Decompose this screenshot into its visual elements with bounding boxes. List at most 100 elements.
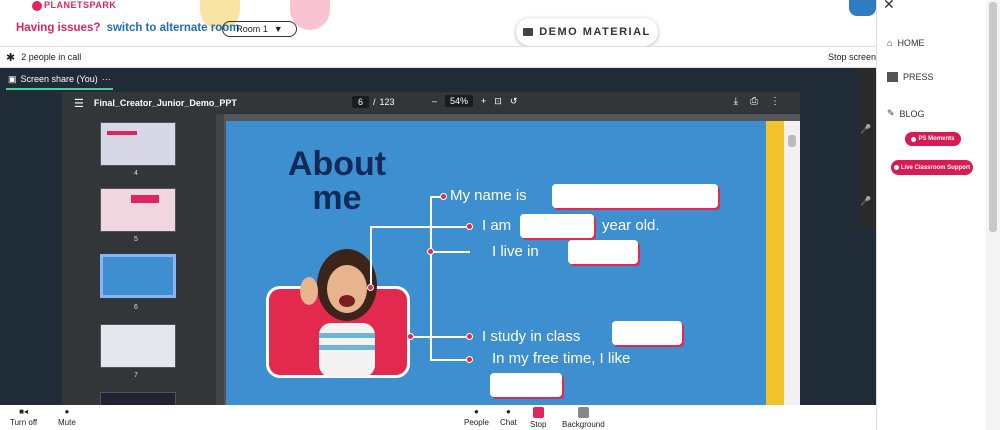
close-icon[interactable]: ✕ bbox=[883, 0, 895, 13]
chat-button[interactable]: ● Chat bbox=[500, 407, 517, 427]
chat-label: Chat bbox=[500, 418, 517, 427]
thumbnail-page-6[interactable] bbox=[100, 254, 176, 298]
zoom-level-input[interactable]: 54% bbox=[445, 95, 474, 107]
nav-home[interactable]: ⌂ HOME bbox=[887, 38, 924, 48]
people-label: People bbox=[464, 418, 489, 427]
people-icon: ● bbox=[474, 407, 479, 416]
connector-dot bbox=[407, 333, 414, 340]
background-icon bbox=[577, 407, 589, 418]
background-button[interactable]: Background bbox=[562, 407, 605, 429]
ps-moments-label: PS Moments bbox=[918, 136, 955, 142]
call-controls-bar: ■◂ Turn off ● Mute ● People ● Chat Stop Back… bbox=[0, 405, 876, 430]
pencil-icon: ✎ bbox=[887, 108, 895, 118]
mute-button[interactable]: ● Mute bbox=[58, 407, 76, 427]
page-current-input[interactable]: 6 bbox=[352, 96, 370, 108]
more-options-icon[interactable]: ··· bbox=[102, 74, 111, 84]
blank-live-box bbox=[568, 240, 638, 264]
stop-share-button[interactable]: Stop bbox=[530, 407, 546, 429]
participant-video-strip: 🎤 🎤 bbox=[858, 68, 876, 228]
print-icon[interactable]: ⎙ bbox=[750, 96, 758, 107]
blank-free-time-box bbox=[490, 373, 562, 397]
demo-material-label: DEMO MATERIAL bbox=[539, 26, 651, 38]
gear-icon[interactable]: ✱ bbox=[6, 51, 15, 64]
label-year-old: year old. bbox=[602, 217, 660, 234]
thumbnail-scrollbar[interactable] bbox=[216, 114, 224, 405]
label-live: I live in bbox=[492, 243, 539, 260]
more-vert-icon[interactable]: ⋮ bbox=[770, 96, 780, 107]
live-support-button[interactable]: Live Classroom Support bbox=[891, 160, 973, 175]
right-nav-panel: ✕ ⌂ HOME PRESS ✎ BLOG PS Moments Live Clas… bbox=[876, 0, 1000, 430]
zoom-in-button[interactable]: + bbox=[481, 96, 486, 106]
thumbnail-page-8[interactable] bbox=[100, 392, 176, 405]
label-name: My name is bbox=[450, 187, 527, 204]
blank-name-box bbox=[552, 184, 718, 208]
camera-button[interactable]: ■◂ Turn off bbox=[10, 407, 37, 427]
zoom-out-button[interactable]: – bbox=[432, 96, 437, 106]
logo-icon bbox=[32, 0, 42, 11]
menu-icon[interactable]: ☰ bbox=[74, 97, 84, 110]
zoom-controls: – 54% + ⊡ ↺ bbox=[432, 95, 517, 107]
pdf-scrollbar[interactable] bbox=[784, 121, 800, 405]
connector-line bbox=[370, 226, 372, 288]
fit-page-icon[interactable]: ⊡ bbox=[494, 96, 502, 107]
mute-label: Mute bbox=[58, 418, 76, 427]
page-scrollbar[interactable] bbox=[986, 0, 1000, 430]
people-button[interactable]: ● People bbox=[464, 407, 489, 427]
pdf-toolbar: ☰ Final_Creator_Junior_Demo_PPT 6 / 123 … bbox=[62, 92, 800, 114]
room-select[interactable]: Room 1 ▼ bbox=[222, 21, 297, 37]
blank-age-box bbox=[520, 214, 594, 238]
top-bar: PLANETSPARK Having issues? switch to alt… bbox=[0, 0, 876, 46]
thumbnail-number: 4 bbox=[134, 170, 138, 177]
room-select-value: Room 1 bbox=[236, 24, 268, 34]
thumbnail-number: 7 bbox=[134, 372, 138, 379]
chat-bubble-chip[interactable] bbox=[849, 0, 876, 16]
download-icon[interactable]: ⤓ bbox=[734, 96, 738, 107]
nav-blog-label: BLOG bbox=[899, 108, 925, 119]
girl-photo bbox=[300, 249, 377, 377]
folder-icon bbox=[523, 28, 534, 36]
connector-line bbox=[370, 226, 470, 228]
screen-icon: ▣ bbox=[8, 73, 17, 84]
slide-title: About me bbox=[272, 147, 402, 215]
page-total: 123 bbox=[379, 97, 395, 107]
thumbnail-sidebar: 4 5 6 7 bbox=[62, 114, 218, 405]
nav-home-label: HOME bbox=[897, 38, 925, 48]
camera-icon: ■◂ bbox=[19, 407, 28, 416]
thumbnail-number: 5 bbox=[134, 236, 138, 243]
page-indicator: 6 / 123 bbox=[352, 96, 395, 108]
chat-icon: ● bbox=[506, 407, 511, 416]
connector-dot bbox=[367, 284, 374, 291]
thumbnail-page-7[interactable] bbox=[100, 324, 176, 368]
nav-press-label: PRESS bbox=[903, 72, 934, 82]
background-label: Background bbox=[562, 420, 605, 429]
caret-down-icon: ▼ bbox=[273, 24, 283, 34]
thumbnail-page-4[interactable] bbox=[100, 122, 176, 166]
screen-share-tab[interactable]: ▣ Screen share (You) ··· bbox=[6, 70, 113, 90]
slide-title-line-1: About bbox=[287, 145, 387, 183]
connector-line bbox=[430, 251, 470, 253]
newspaper-icon bbox=[887, 72, 898, 82]
issues-question: Having issues? bbox=[16, 22, 101, 34]
pill-dot-icon bbox=[893, 165, 899, 170]
connector-dot bbox=[440, 193, 447, 200]
slide-yellow-stripe bbox=[766, 121, 784, 405]
mic-icon: ● bbox=[64, 407, 70, 416]
switch-room-link[interactable]: switch to alternate room bbox=[107, 22, 240, 34]
ps-moments-button[interactable]: PS Moments bbox=[905, 132, 961, 146]
stop-screen-button[interactable]: Stop screen bbox=[828, 52, 876, 62]
mic-icon: 🎤 bbox=[860, 124, 872, 134]
demo-material-button[interactable]: DEMO MATERIAL bbox=[516, 18, 658, 46]
stop-label: Stop bbox=[530, 420, 547, 429]
live-support-label: Live Classroom Support bbox=[900, 164, 971, 171]
nav-blog[interactable]: ✎ BLOG bbox=[887, 108, 925, 119]
mic-icon: 🎤 bbox=[860, 196, 872, 206]
screen-share-label: Screen share (You) bbox=[20, 74, 98, 84]
connector-dot bbox=[466, 356, 473, 363]
nav-press[interactable]: PRESS bbox=[887, 72, 934, 82]
thumbnail-number: 6 bbox=[134, 304, 138, 311]
pdf-actions: ⤓ ⎙ ⋮ bbox=[734, 96, 780, 107]
home-icon: ⌂ bbox=[887, 38, 893, 48]
label-free-time: In my free time, I like bbox=[492, 350, 631, 367]
thumbnail-page-5[interactable] bbox=[100, 188, 176, 232]
rotate-icon[interactable]: ↺ bbox=[510, 96, 518, 107]
